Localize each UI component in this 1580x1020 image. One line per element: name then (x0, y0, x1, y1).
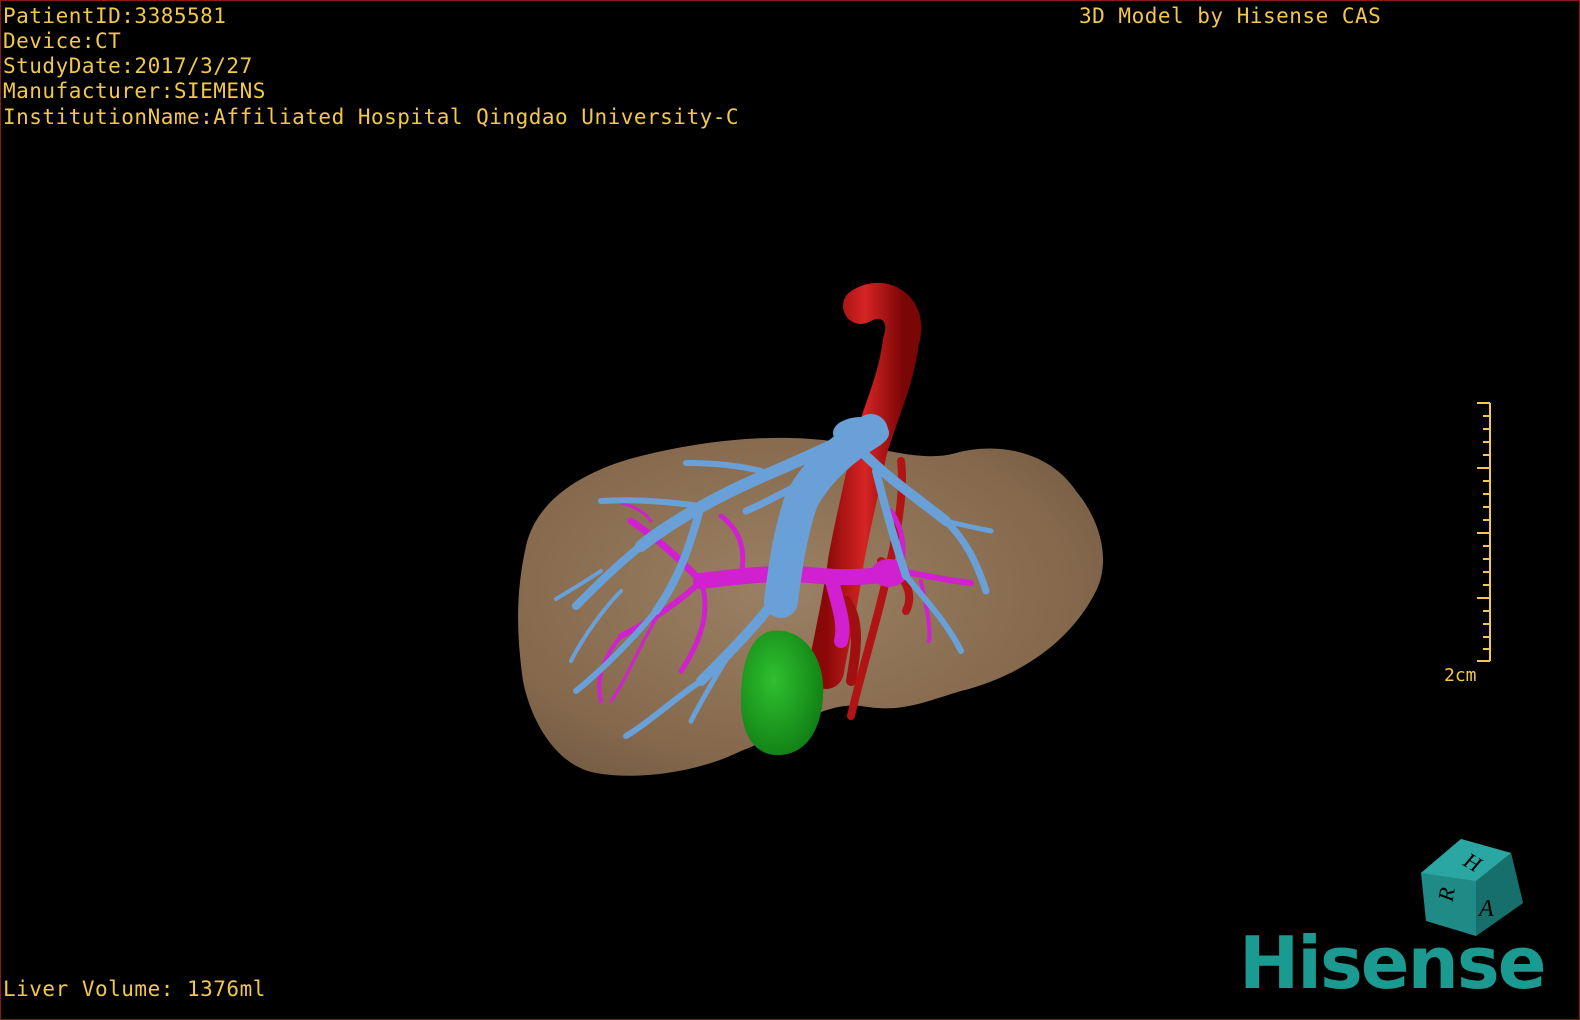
hisense-logo: Hisense (1239, 921, 1547, 1005)
gallbladder (741, 630, 824, 756)
liver-volume-label: Liver Volume: 1376ml (3, 977, 266, 1001)
cube-face-a: A (1477, 896, 1494, 922)
liver-3d-model[interactable]: H R A (1, 1, 1579, 1019)
scale-bar (1477, 402, 1491, 662)
3d-viewport[interactable]: PatientID:3385581 Device:CT StudyDate:20… (0, 0, 1580, 1020)
scale-bar-label: 2cm (1444, 665, 1477, 686)
